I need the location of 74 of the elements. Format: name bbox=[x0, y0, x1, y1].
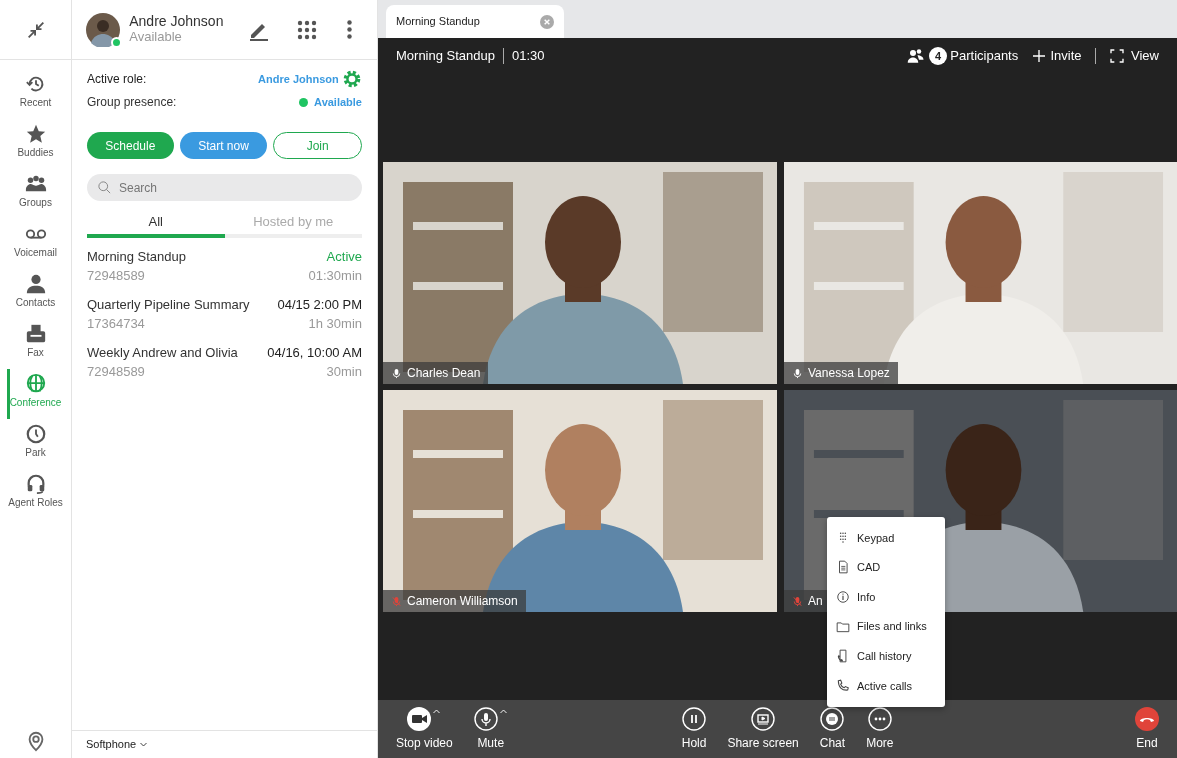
control-button[interactable]: More bbox=[862, 706, 898, 752]
sidebar-item[interactable]: Recent bbox=[0, 66, 71, 117]
pause-icon bbox=[682, 706, 707, 731]
participant-name-tag: Vanessa Lopez bbox=[784, 362, 898, 384]
meeting-title: Morning Standup bbox=[87, 247, 186, 266]
document-icon bbox=[836, 560, 850, 575]
sidebar-item[interactable]: Fax bbox=[0, 316, 71, 367]
folder-icon bbox=[836, 619, 850, 634]
fax-icon bbox=[24, 323, 47, 345]
participant-count: 4 bbox=[929, 47, 948, 65]
sidebar-item[interactable]: Buddies bbox=[0, 116, 71, 167]
control-button[interactable]: Share screen bbox=[723, 706, 803, 752]
sidebar-item[interactable]: Voicemail bbox=[0, 216, 71, 267]
user-name: Andre Johnson bbox=[129, 12, 225, 30]
search-icon bbox=[97, 180, 112, 195]
status-dot bbox=[298, 97, 308, 107]
sidebar-item[interactable]: Agent Roles bbox=[0, 466, 71, 517]
caret-icon bbox=[139, 740, 149, 749]
meeting-duration: 01:30min bbox=[308, 267, 362, 286]
active-role-label: Active role: bbox=[87, 71, 147, 88]
sidebar-item[interactable]: Groups bbox=[0, 166, 71, 217]
meeting-title: Weekly Andrew and Olivia bbox=[87, 343, 238, 362]
menu-item[interactable]: Active calls bbox=[827, 670, 945, 701]
phone-icon bbox=[836, 678, 850, 693]
menu-item[interactable]: Files and links bbox=[827, 611, 945, 642]
avatar bbox=[86, 12, 120, 47]
menu-item[interactable]: CAD bbox=[827, 552, 945, 583]
window-tab[interactable]: Morning Standup bbox=[386, 5, 564, 38]
meeting-time: 04/16, 10:00 AM bbox=[267, 343, 362, 362]
participants-button[interactable]: 4 Participants bbox=[905, 46, 1019, 66]
menu-item[interactable]: Keypad bbox=[827, 523, 945, 553]
mic-icon bbox=[473, 706, 498, 731]
meeting-id: 72948589 bbox=[87, 363, 145, 382]
control-button[interactable]: Chat bbox=[815, 706, 850, 752]
call-timer: 01:30 bbox=[512, 47, 545, 66]
participant-name-tag: Charles Dean bbox=[383, 362, 489, 384]
park-icon bbox=[24, 423, 47, 445]
control-button[interactable]: Stop video bbox=[392, 706, 457, 752]
sidebar-item[interactable]: Park bbox=[0, 416, 71, 467]
call-title: Morning Standup bbox=[396, 47, 495, 66]
group-presence-label: Group presence: bbox=[87, 94, 177, 111]
meeting-duration: 1h 30min bbox=[308, 315, 362, 334]
participant-name-tag: Cameron Williamson bbox=[383, 590, 526, 612]
people-icon bbox=[905, 47, 926, 65]
menu-item[interactable]: Call history bbox=[827, 641, 945, 671]
search-field[interactable]: Search bbox=[87, 174, 362, 201]
meeting-title: Quarterly Pipeline Summary bbox=[87, 295, 250, 314]
globe-icon bbox=[24, 373, 47, 395]
group-presence-status: Available bbox=[314, 94, 362, 110]
gear-icon bbox=[342, 69, 362, 89]
sidebar-item[interactable]: Contacts bbox=[0, 266, 71, 317]
control-button[interactable]: End bbox=[1131, 706, 1163, 752]
info-icon bbox=[836, 590, 850, 604]
meeting-id: 72948589 bbox=[87, 267, 145, 286]
fullscreen-icon bbox=[1108, 48, 1125, 64]
meeting-status: Active bbox=[326, 247, 362, 266]
meeting-id: 17364734 bbox=[87, 315, 145, 334]
screen-share-icon bbox=[751, 706, 776, 731]
call-history-icon bbox=[836, 649, 850, 664]
control-button[interactable]: Hold bbox=[677, 706, 711, 752]
more-options-icon bbox=[346, 20, 352, 39]
plus-icon bbox=[1031, 48, 1048, 64]
meeting-time: 04/15 2:00 PM bbox=[277, 295, 362, 314]
tab-title: Morning Standup bbox=[396, 14, 480, 30]
invite-button[interactable]: Invite bbox=[1031, 46, 1082, 66]
meeting-duration: 30min bbox=[326, 363, 362, 382]
view-button[interactable]: View bbox=[1108, 46, 1159, 66]
hang-up-icon bbox=[1135, 706, 1159, 731]
control-button[interactable]: Mute bbox=[469, 706, 512, 752]
filter-tab[interactable]: All bbox=[87, 210, 225, 234]
softphone-dropdown[interactable]: Softphone bbox=[86, 736, 149, 753]
person-icon bbox=[24, 273, 47, 295]
video-icon bbox=[407, 706, 432, 731]
presence-status: Available bbox=[129, 29, 183, 47]
